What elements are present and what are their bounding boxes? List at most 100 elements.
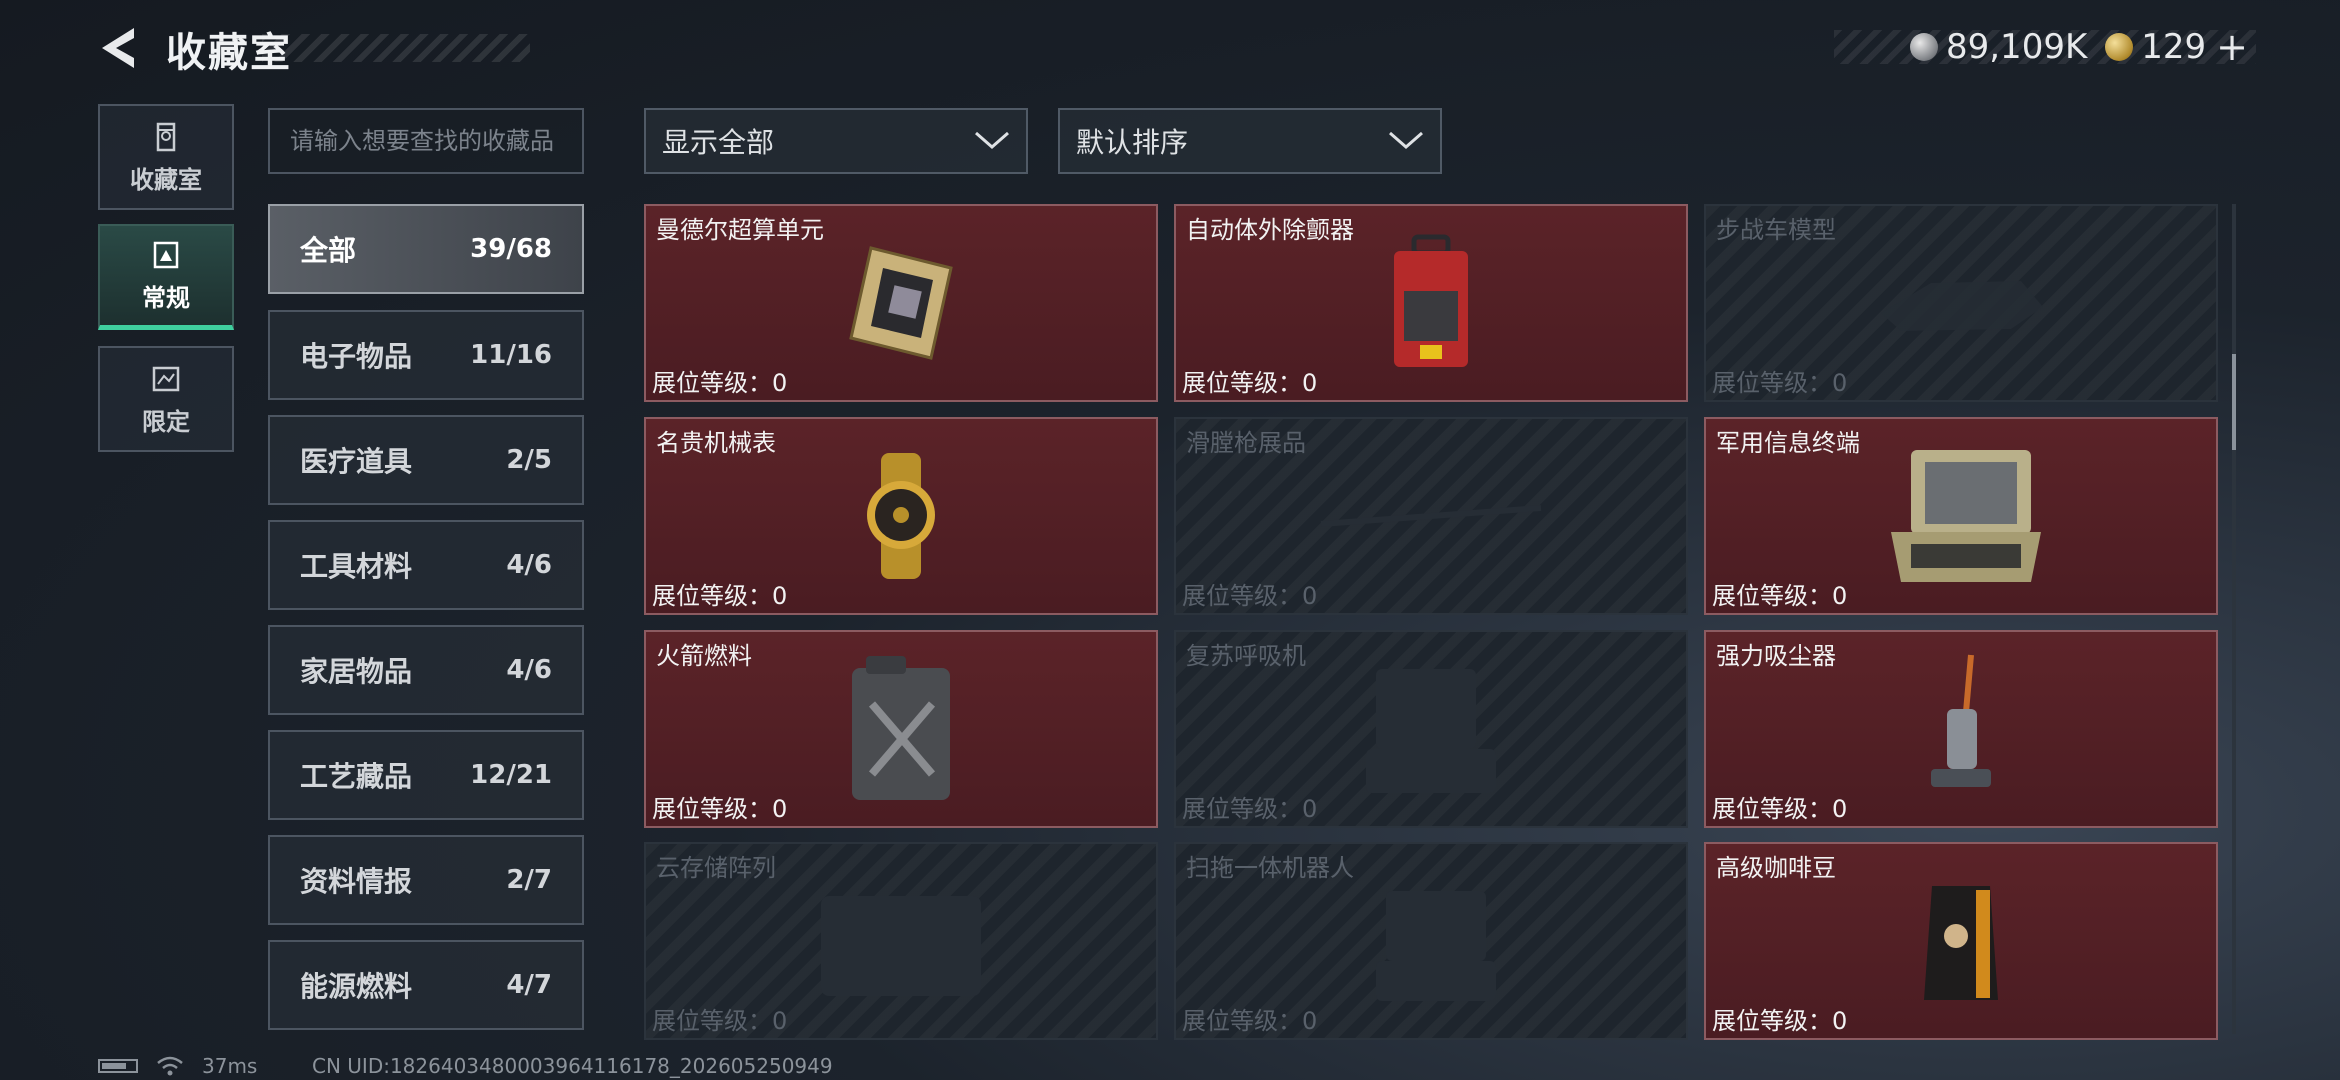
item-level: 展位等级：0	[1712, 1007, 1848, 1035]
collection-card[interactable]: 曼德尔超算单元 展位等级：0	[644, 204, 1158, 402]
category-household[interactable]: 家居物品 4/6	[268, 625, 584, 715]
category-crafts[interactable]: 工艺藏品 12/21	[268, 730, 584, 820]
item-name: 强力吸尘器	[1716, 642, 1836, 670]
category-count: 4/7	[506, 970, 552, 1000]
sort-dropdown[interactable]: 默认排序	[1058, 108, 1442, 174]
add-currency-button[interactable]: +	[2216, 25, 2248, 69]
regular-icon	[153, 241, 179, 269]
item-name: 云存储阵列	[656, 854, 776, 882]
currency-bar: 89,109K 129 +	[1834, 25, 2256, 69]
category-count: 2/5	[506, 445, 552, 475]
title-decoration	[262, 34, 530, 62]
item-name: 军用信息终端	[1716, 429, 1860, 457]
collection-card[interactable]: 步战车模型 展位等级：0	[1704, 204, 2218, 402]
category-name: 工艺藏品	[300, 760, 413, 793]
nav-regular[interactable]: 常规	[98, 224, 234, 330]
item-level: 展位等级：0	[1712, 582, 1848, 610]
back-button[interactable]	[96, 24, 144, 72]
chevron-down-icon	[975, 131, 1009, 149]
compute-unit-icon	[849, 246, 953, 360]
category-count: 4/6	[506, 550, 552, 580]
category-name: 家居物品	[300, 655, 413, 688]
vacuum-icon	[1931, 654, 1991, 787]
item-level: 展位等级：0	[1712, 795, 1848, 823]
watch-icon	[867, 453, 935, 579]
item-name: 复苏呼吸机	[1186, 642, 1306, 670]
military-terminal-icon	[1891, 450, 2041, 582]
collection-card[interactable]: 滑膛枪展品 展位等级：0	[1174, 417, 1688, 615]
category-count: 2/7	[506, 865, 552, 895]
collection-card[interactable]: 自动体外除颤器 展位等级：0	[1174, 204, 1688, 402]
item-name: 滑膛枪展品	[1186, 429, 1306, 457]
nav-label: 限定	[142, 407, 190, 436]
category-intel[interactable]: 资料情报 2/7	[268, 835, 584, 925]
sort-value: 默认排序	[1076, 126, 1189, 159]
category-name: 工具材料	[300, 550, 413, 583]
display-filter-value: 显示全部	[662, 126, 775, 159]
collection-card[interactable]: 军用信息终端 展位等级：0	[1704, 417, 2218, 615]
silver-currency-value: 89,109K	[1945, 27, 2088, 67]
wifi-icon	[157, 1056, 183, 1076]
item-level: 展位等级：0	[1182, 795, 1318, 823]
collection-card[interactable]: 复苏呼吸机 展位等级：0	[1174, 630, 1688, 828]
item-name: 扫拖一体机器人	[1186, 854, 1354, 882]
category-count: 39/68	[470, 234, 552, 264]
display-filter-dropdown[interactable]: 显示全部	[644, 108, 1028, 174]
uid-text: CN UID:18264034800039641161​78_202605250…	[312, 1054, 833, 1078]
coffee-bag-icon	[1924, 886, 1998, 1000]
item-name: 步战车模型	[1716, 216, 1836, 244]
category-tools[interactable]: 工具材料 4/6	[268, 520, 584, 610]
category-count: 12/21	[470, 760, 552, 790]
category-fuel[interactable]: 能源燃料 4/7	[268, 940, 584, 1030]
collection-card[interactable]: 名贵机械表 展位等级：0	[644, 417, 1158, 615]
category-medical[interactable]: 医疗道具 2/5	[268, 415, 584, 505]
battery-icon	[98, 1059, 138, 1073]
robot-mop-icon	[1376, 891, 1496, 1001]
collection-card[interactable]: 云存储阵列 展位等级：0	[644, 842, 1158, 1040]
gold-currency[interactable]: 129 +	[2105, 25, 2248, 69]
item-name: 名贵机械表	[656, 429, 776, 457]
status-bar: 37ms	[98, 1054, 257, 1078]
item-level: 展位等级：0	[652, 582, 788, 610]
silver-coin-icon	[1909, 33, 1938, 61]
item-name: 高级咖啡豆	[1716, 854, 1836, 882]
chevron-down-icon	[1389, 131, 1423, 149]
nav-limited[interactable]: 限定	[98, 346, 234, 452]
collection-card[interactable]: 火箭燃料 展位等级：0	[644, 630, 1158, 828]
collection-card[interactable]: 高级咖啡豆 展位等级：0	[1704, 842, 2218, 1040]
category-count: 11/16	[470, 340, 552, 370]
limited-icon	[152, 366, 180, 391]
item-level: 展位等级：0	[1182, 1007, 1318, 1035]
storage-array-icon	[821, 896, 981, 996]
ventilator-icon	[1366, 669, 1496, 793]
musket-icon	[1320, 505, 1542, 527]
nav-label: 常规	[142, 284, 190, 312]
gold-currency-value: 129	[2141, 27, 2207, 67]
category-name: 资料情报	[300, 865, 413, 898]
scrollbar-thumb[interactable]	[2232, 354, 2236, 450]
page-title: 收藏室	[166, 30, 292, 76]
fuel-can-icon	[852, 656, 950, 800]
item-name: 曼德尔超算单元	[656, 216, 824, 244]
item-level: 展位等级：0	[652, 795, 788, 823]
item-name: 自动体外除颤器	[1186, 216, 1354, 244]
category-all[interactable]: 全部 39/68	[268, 204, 584, 294]
item-level: 展位等级：0	[1712, 369, 1848, 397]
collection-card[interactable]: 扫拖一体机器人 展位等级：0	[1174, 842, 1688, 1040]
item-name: 火箭燃料	[656, 642, 752, 670]
search-input[interactable]	[268, 108, 584, 174]
scrollbar-track[interactable]	[2232, 204, 2236, 1034]
silver-currency: 89,109K	[1909, 27, 2088, 67]
back-arrow-icon	[102, 28, 134, 68]
item-level: 展位等级：0	[1182, 582, 1318, 610]
category-name: 电子物品	[300, 340, 413, 373]
item-level: 展位等级：0	[652, 369, 788, 397]
collection-card[interactable]: 强力吸尘器 展位等级：0	[1704, 630, 2218, 828]
category-name: 能源燃料	[300, 970, 413, 1003]
item-level: 展位等级：0	[652, 1007, 788, 1035]
nav-collection-room[interactable]: 收藏室	[98, 104, 234, 210]
item-level: 展位等级：0	[1182, 369, 1318, 397]
category-count: 4/6	[506, 655, 552, 685]
collection-room-icon	[156, 122, 176, 151]
category-electronics[interactable]: 电子物品 11/16	[268, 310, 584, 400]
